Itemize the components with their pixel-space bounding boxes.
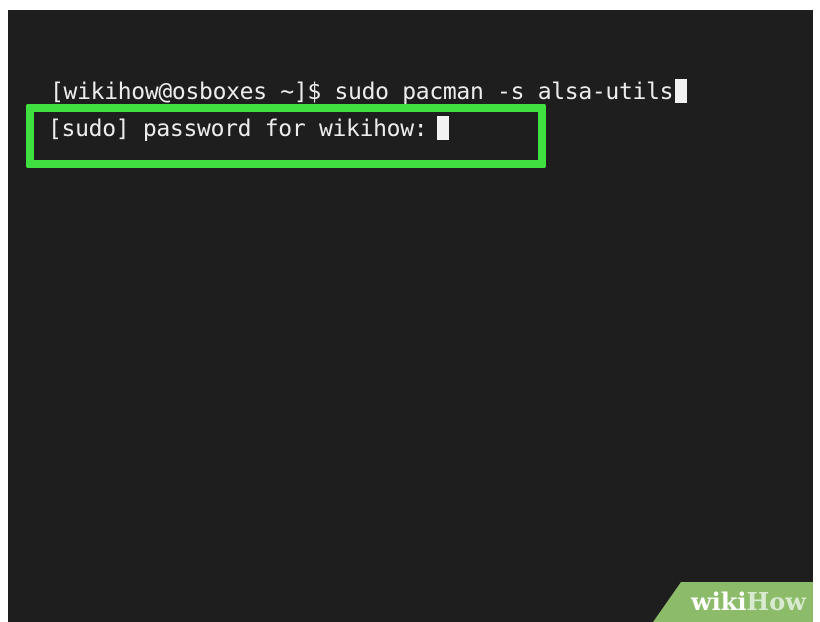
password-line[interactable]: [sudo] password for wikihow: bbox=[48, 115, 450, 143]
terminal-window[interactable]: [wikihow@osboxes ~]$ sudo pacman -s alsa… bbox=[8, 10, 813, 622]
password-prompt-text: [sudo] password for wikihow: bbox=[48, 116, 428, 142]
watermark-wiki-text: wiki bbox=[691, 587, 747, 616]
watermark-logo: wikiHow bbox=[691, 587, 806, 617]
watermark-how-text: How bbox=[746, 587, 806, 616]
text-cursor bbox=[675, 79, 688, 103]
command-text: [wikihow@osboxes ~]$ sudo pacman -s alsa… bbox=[50, 79, 674, 105]
command-line: [wikihow@osboxes ~]$ sudo pacman -s alsa… bbox=[50, 78, 688, 106]
wikihow-watermark: wikiHow bbox=[653, 582, 813, 622]
password-cursor[interactable] bbox=[437, 116, 450, 140]
